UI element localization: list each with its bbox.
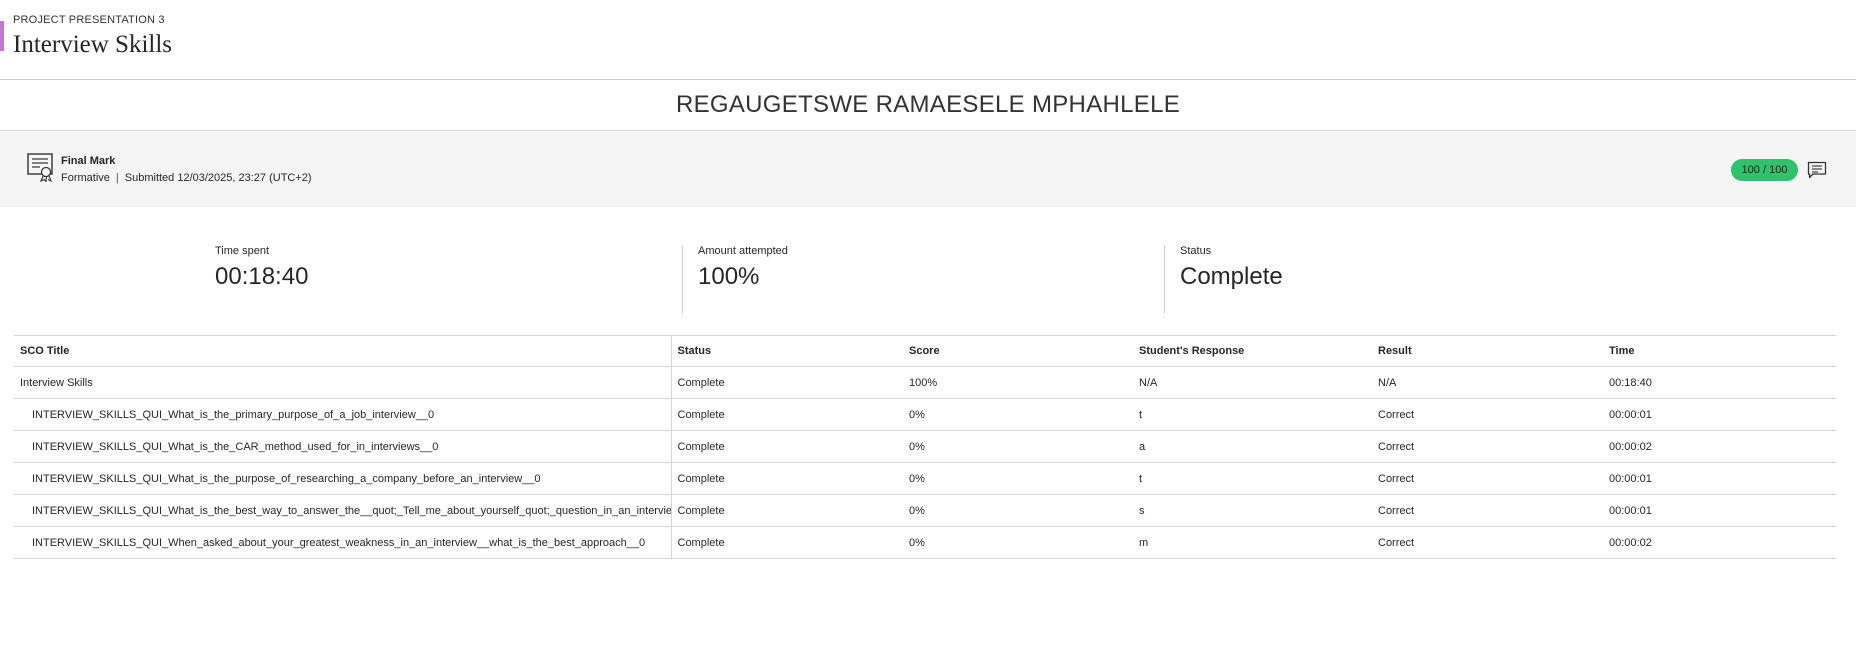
cell-result: Correct [1372, 494, 1603, 527]
stat-value: Complete [1180, 263, 1283, 290]
sco-results-table: SCO Title Status Score Student's Respons… [14, 335, 1836, 559]
cell-time: 00:00:02 [1603, 430, 1836, 463]
cell-result: Correct [1372, 462, 1603, 495]
cell-sco-title: INTERVIEW_SKILLS_QUI_What_is_the_primary… [14, 398, 672, 431]
cell-time: 00:00:01 [1603, 462, 1836, 495]
table-row: Interview Skills Complete 100% N/A N/A 0… [14, 366, 1836, 399]
stat-label: Amount attempted [698, 245, 788, 257]
stat-amount-attempted: Amount attempted 100% [698, 245, 788, 291]
stat-value: 00:18:40 [215, 263, 309, 290]
student-name: REGAUGETSWE RAMAESELE MPHAHLELE [675, 91, 1181, 118]
cell-sco-title: INTERVIEW_SKILLS_QUI_What_is_the_purpose… [14, 462, 672, 495]
sco-results-table-wrap: SCO Title Status Score Student's Respons… [14, 335, 1836, 559]
column-header-response: Student's Response [1133, 335, 1372, 367]
cell-response: t [1133, 398, 1372, 431]
table-row: INTERVIEW_SKILLS_QUI_What_is_the_CAR_met… [14, 430, 1836, 463]
stat-divider [682, 245, 683, 313]
column-header-score: Score [903, 335, 1133, 367]
table-row: INTERVIEW_SKILLS_QUI_What_is_the_purpose… [14, 462, 1836, 495]
cell-status: Complete [671, 494, 903, 527]
cell-time: 00:18:40 [1603, 366, 1836, 399]
accent-bar [0, 21, 4, 51]
grade-details: Formative | Submitted 12/03/2025, 23:27 (U… [61, 172, 312, 184]
cell-sco-title: INTERVIEW_SKILLS_QUI_What_is_the_best_wa… [14, 494, 672, 527]
cell-time: 00:00:02 [1603, 526, 1836, 559]
cell-score: 0% [903, 462, 1133, 495]
cell-response: a [1133, 430, 1372, 463]
grade-type: Formative [61, 172, 110, 184]
column-header-time: Time [1603, 335, 1836, 367]
cell-status: Complete [671, 526, 903, 559]
table-header-row: SCO Title Status Score Student's Respons… [14, 335, 1836, 367]
cell-result: Correct [1372, 526, 1603, 559]
stat-value: 100% [698, 263, 760, 290]
grade-bar: Final Mark Formative | Submitted 12/03/202… [0, 132, 1856, 207]
score-badge[interactable]: 100 / 100 [1731, 159, 1798, 181]
cell-result: N/A [1372, 366, 1603, 399]
stat-time-spent: Time spent 00:18:40 [215, 245, 308, 291]
page-eyebrow: PROJECT PRESENTATION 3 [13, 14, 165, 26]
cell-response: m [1133, 526, 1372, 559]
table-row: INTERVIEW_SKILLS_QUI_What_is_the_best_wa… [14, 494, 1836, 527]
cell-score: 0% [903, 398, 1133, 431]
column-header-sco-title: SCO Title [14, 335, 672, 367]
column-header-status: Status [671, 335, 903, 367]
stat-label: Status [1180, 245, 1212, 257]
attempt-summary: Time spent 00:18:40 Amount attempted 100… [0, 207, 1856, 337]
cell-result: Correct [1372, 398, 1603, 431]
final-mark-label: Final Mark [61, 155, 116, 167]
table-row: INTERVIEW_SKILLS_QUI_When_asked_about_yo… [14, 526, 1836, 559]
cell-sco-title: INTERVIEW_SKILLS_QUI_When_asked_about_yo… [14, 526, 672, 559]
certificate-icon [27, 153, 53, 182]
cell-time: 00:00:01 [1603, 494, 1836, 527]
stat-label: Time spent [215, 245, 270, 257]
cell-score: 0% [903, 526, 1133, 559]
cell-status: Complete [671, 430, 903, 463]
cell-score: 100% [903, 366, 1133, 399]
page-title: Interview Skills [13, 31, 173, 58]
cell-response: N/A [1133, 366, 1372, 399]
stat-divider [1164, 245, 1165, 313]
table-row: INTERVIEW_SKILLS_QUI_What_is_the_primary… [14, 398, 1836, 431]
cell-response: t [1133, 462, 1372, 495]
student-name-band: REGAUGETSWE RAMAESELE MPHAHLELE [0, 80, 1856, 131]
cell-status: Complete [671, 366, 903, 399]
separator: | [115, 172, 119, 184]
cell-result: Correct [1372, 430, 1603, 463]
page-header: PROJECT PRESENTATION 3 Interview Skills [0, 0, 1856, 80]
cell-status: Complete [671, 398, 903, 431]
cell-time: 00:00:01 [1603, 398, 1836, 431]
cell-sco-title: INTERVIEW_SKILLS_QUI_What_is_the_CAR_met… [14, 430, 672, 463]
column-header-result: Result [1372, 335, 1603, 367]
cell-score: 0% [903, 494, 1133, 527]
cell-sco-title: Interview Skills [14, 366, 672, 399]
cell-score: 0% [903, 430, 1133, 463]
cell-response: s [1133, 494, 1372, 527]
stat-status: Status Complete [1180, 245, 1283, 291]
submitted-date: Submitted 12/03/2025, 23:27 (UTC+2) [124, 172, 312, 184]
feedback-icon[interactable] [1807, 161, 1827, 179]
cell-status: Complete [671, 462, 903, 495]
